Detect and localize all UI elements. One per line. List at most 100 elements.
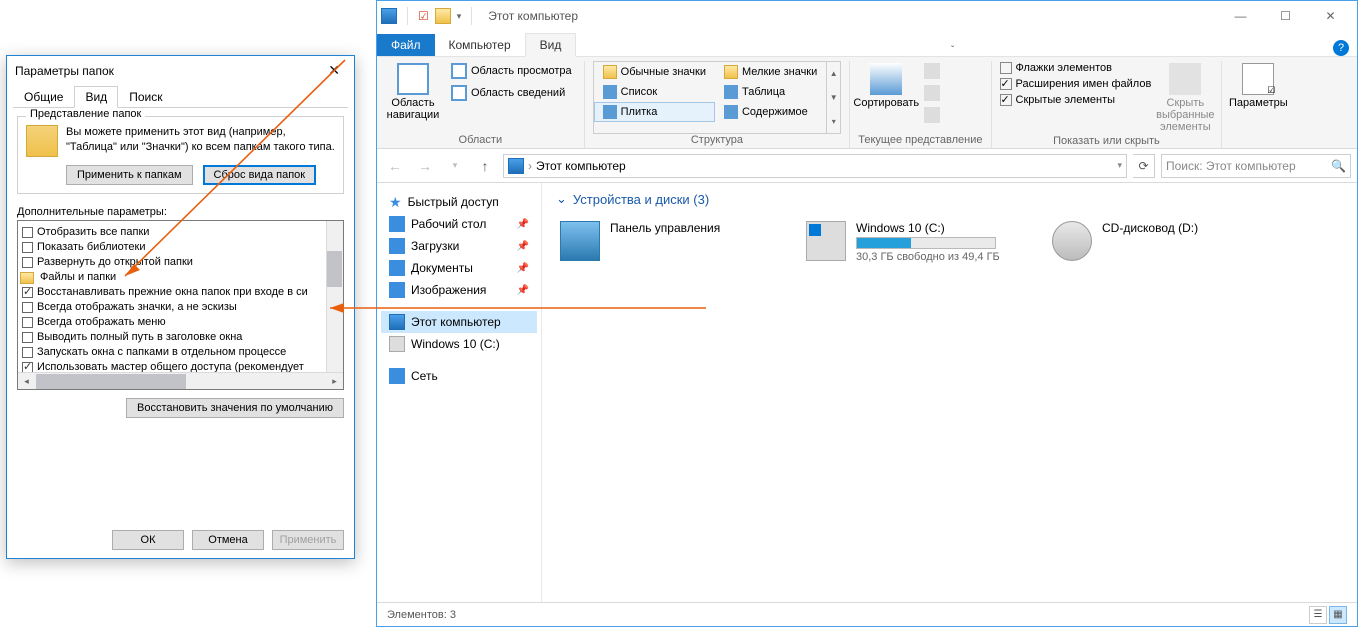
- details-pane-button[interactable]: Область сведений: [447, 83, 576, 103]
- regular-icons-icon: [603, 65, 617, 79]
- sidebar-desktop[interactable]: Рабочий стол📌: [381, 213, 537, 235]
- scroll-thumb[interactable]: [327, 251, 342, 287]
- dialog-tab-view[interactable]: Вид: [74, 86, 118, 108]
- refresh-button[interactable]: ⟳: [1133, 154, 1155, 178]
- checkbox-icon: [22, 302, 33, 313]
- layout-spinner[interactable]: ▲▼▾: [826, 62, 840, 133]
- hide-selected-button[interactable]: Скрыть выбранные элементы: [1157, 61, 1213, 135]
- adv-checkbox-item[interactable]: Восстанавливать прежние окна папок при в…: [22, 285, 339, 300]
- section-header-devices[interactable]: ⌄ Устройства и диски (3): [556, 191, 1343, 207]
- pin-icon: 📌: [517, 285, 529, 296]
- sidebar-c-drive[interactable]: Windows 10 (C:): [381, 333, 537, 355]
- dialog-tab-search[interactable]: Поиск: [118, 86, 173, 108]
- size-columns-button[interactable]: [920, 105, 944, 125]
- sidebar-quick-access[interactable]: ★Быстрый доступ: [381, 191, 537, 213]
- ribbon-collapse-icon[interactable]: ˇ: [951, 45, 954, 56]
- advanced-settings-list[interactable]: Отобразить все папкиПоказать библиотекиР…: [17, 220, 344, 390]
- adv-checkbox-item[interactable]: Выводить полный путь в заголовке окна: [22, 330, 339, 345]
- close-window-button[interactable]: ✕: [1308, 2, 1353, 31]
- reset-folders-button[interactable]: Сброс вида папок: [203, 165, 317, 185]
- adv-item-label: Развернуть до открытой папки: [37, 255, 193, 270]
- content-area: ⌄ Устройства и диски (3) Панель управлен…: [542, 183, 1357, 602]
- forward-button[interactable]: →: [413, 154, 437, 178]
- adv-checkbox-item[interactable]: Показать библиотеки: [22, 240, 339, 255]
- sidebar-this-pc[interactable]: Этот компьютер: [381, 311, 537, 333]
- layout-gallery[interactable]: Обычные значки Список Плитка Мелкие знач…: [593, 61, 842, 134]
- sort-button[interactable]: Сортировать: [858, 61, 914, 134]
- recent-dropdown[interactable]: ▾: [443, 154, 467, 178]
- tab-view[interactable]: Вид: [525, 33, 577, 57]
- dialog-titlebar: Параметры папок ✕: [7, 56, 354, 85]
- restore-defaults-button[interactable]: Восстановить значения по умолчанию: [126, 398, 344, 418]
- adv-checkbox-item[interactable]: Всегда отображать меню: [22, 315, 339, 330]
- group-layout: Обычные значки Список Плитка Мелкие знач…: [585, 61, 851, 148]
- apply-button[interactable]: Применить: [272, 530, 344, 550]
- small-icons-icon: [724, 65, 738, 79]
- vertical-scrollbar[interactable]: [326, 221, 343, 372]
- breadcrumb-dropdown[interactable]: ▾: [1117, 160, 1122, 171]
- layout-tiles[interactable]: Плитка: [594, 102, 715, 122]
- layout-list[interactable]: Список: [594, 82, 715, 102]
- sidebar-documents[interactable]: Документы📌: [381, 257, 537, 279]
- back-button[interactable]: ←: [383, 154, 407, 178]
- adv-checkbox-item[interactable]: Развернуть до открытой папки: [22, 255, 339, 270]
- sort-icon: [870, 63, 902, 95]
- options-button[interactable]: ☑Параметры: [1230, 61, 1286, 134]
- tab-file[interactable]: Файл: [377, 34, 435, 56]
- qat-folder-icon[interactable]: [435, 8, 451, 24]
- layout-table[interactable]: Таблица: [715, 82, 826, 102]
- hidden-items-toggle[interactable]: Скрытые элементы: [1000, 93, 1152, 107]
- extensions-toggle[interactable]: Расширения имен файлов: [1000, 77, 1152, 91]
- qat-dropdown[interactable]: ▾: [457, 11, 462, 22]
- layout-small[interactable]: Мелкие значки: [715, 62, 826, 82]
- adv-item-label: Всегда отображать меню: [37, 315, 166, 330]
- sidebar-downloads[interactable]: Загрузки📌: [381, 235, 537, 257]
- qat-separator-2: [471, 7, 472, 25]
- search-input[interactable]: Поиск: Этот компьютер 🔍: [1161, 154, 1351, 178]
- qat-checkbox-icon[interactable]: ☑: [418, 9, 429, 23]
- pc-icon: [389, 314, 405, 330]
- breadcrumb-bar[interactable]: › Этот компьютер ▾: [503, 154, 1127, 178]
- layout-regular[interactable]: Обычные значки: [594, 62, 715, 82]
- sidebar-pictures[interactable]: Изображения📌: [381, 279, 537, 301]
- up-button[interactable]: ↑: [473, 154, 497, 178]
- status-bar: Элементов: 3 ☰ ▦: [377, 602, 1357, 626]
- dialog-tab-general[interactable]: Общие: [13, 86, 74, 108]
- adv-item-label: Восстанавливать прежние окна папок при в…: [37, 285, 308, 300]
- hscroll-thumb[interactable]: [36, 374, 186, 389]
- item-checkboxes-toggle[interactable]: Флажки элементов: [1000, 61, 1152, 75]
- group-title: Представление папок: [26, 108, 145, 120]
- apply-to-folders-button[interactable]: Применить к папкам: [66, 165, 193, 185]
- view-details-icon[interactable]: ☰: [1309, 606, 1327, 624]
- adv-checkbox-item[interactable]: Отобразить все папки: [22, 225, 339, 240]
- tile-c-drive[interactable]: Windows 10 (C:) 30,3 ГБ свободно из 49,4…: [802, 217, 1032, 267]
- cancel-button[interactable]: Отмена: [192, 530, 264, 550]
- horizontal-scrollbar[interactable]: ◂ ▸: [18, 372, 343, 389]
- scroll-left-button[interactable]: ◂: [18, 373, 35, 390]
- size-columns-icon: [924, 107, 940, 123]
- layout-content[interactable]: Содержимое: [715, 102, 826, 122]
- breadcrumb-item[interactable]: Этот компьютер: [536, 159, 626, 173]
- view-tiles-icon[interactable]: ▦: [1329, 606, 1347, 624]
- maximize-button[interactable]: ☐: [1263, 2, 1308, 31]
- add-columns-button[interactable]: [920, 83, 944, 103]
- tab-computer[interactable]: Компьютер: [435, 34, 525, 56]
- help-icon[interactable]: ?: [1333, 40, 1349, 56]
- tile-d-drive[interactable]: CD-дисковод (D:): [1048, 217, 1278, 267]
- adv-checkbox-item[interactable]: Запускать окна с папками в отдельном про…: [22, 345, 339, 360]
- navigation-pane-button[interactable]: Область навигации: [385, 61, 441, 134]
- group-by-button[interactable]: [920, 61, 944, 81]
- list-icon: [603, 85, 617, 99]
- scroll-right-button[interactable]: ▸: [326, 373, 343, 390]
- sidebar-network[interactable]: Сеть: [381, 365, 537, 387]
- checkbox-icon: [1000, 62, 1012, 74]
- preview-pane-button[interactable]: Область просмотра: [447, 61, 576, 81]
- adv-checkbox-item[interactable]: Всегда отображать значки, а не эскизы: [22, 300, 339, 315]
- ok-button[interactable]: ОК: [112, 530, 184, 550]
- search-icon: 🔍: [1331, 159, 1346, 173]
- checkbox-icon: [22, 347, 33, 358]
- tile-control-panel[interactable]: Панель управления: [556, 217, 786, 267]
- minimize-button[interactable]: —: [1218, 2, 1263, 31]
- adv-item-label: Отобразить все папки: [37, 225, 149, 240]
- dialog-close-button[interactable]: ✕: [322, 60, 346, 81]
